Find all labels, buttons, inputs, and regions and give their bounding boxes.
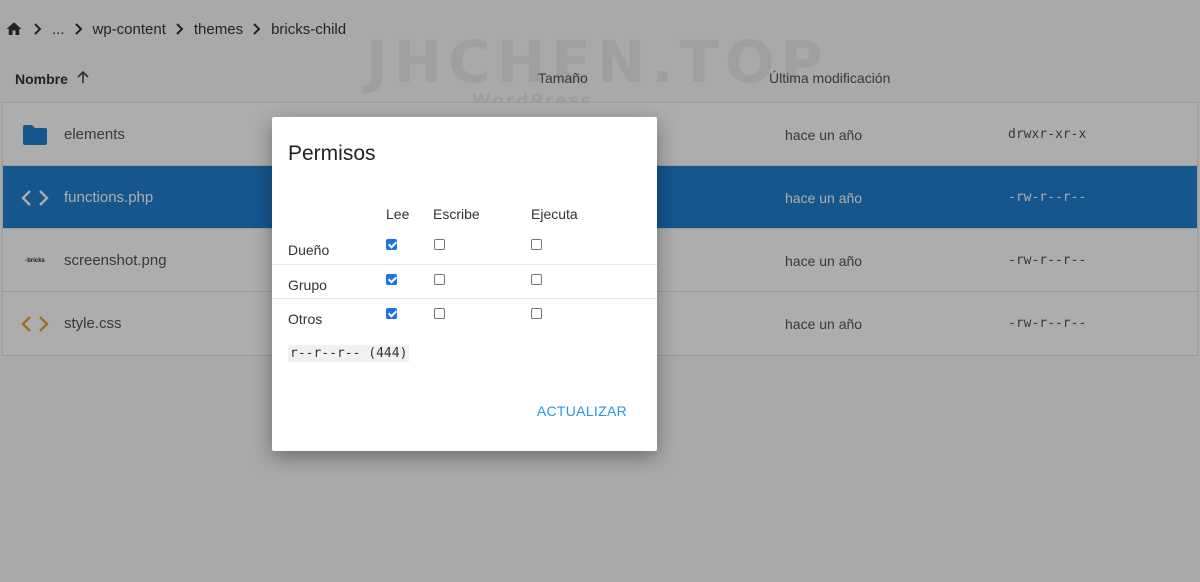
others-read-checkbox[interactable]	[386, 308, 397, 319]
owner-write-checkbox[interactable]	[434, 239, 445, 250]
permission-row-label: Otros	[288, 311, 323, 327]
others-write-checkbox[interactable]	[434, 308, 445, 319]
permission-row-label: Dueño	[288, 242, 330, 258]
group-execute-checkbox[interactable]	[531, 274, 542, 285]
permission-summary: r--r--r-- (444)	[288, 345, 410, 362]
permissions-dialog: Permisos Lee Escribe Ejecuta Dueño Grupo…	[272, 117, 657, 451]
others-execute-checkbox[interactable]	[531, 308, 542, 319]
owner-execute-checkbox[interactable]	[531, 239, 542, 250]
column-read-label: Lee	[386, 206, 410, 222]
group-read-checkbox[interactable]	[386, 274, 397, 285]
column-write-label: Escribe	[433, 206, 480, 222]
permission-row-owner: Dueño	[272, 230, 657, 264]
permission-row-others: Otros	[272, 298, 657, 332]
permission-row-label: Grupo	[288, 277, 327, 293]
update-button[interactable]: ACTUALIZAR	[537, 403, 627, 419]
owner-read-checkbox[interactable]	[386, 239, 397, 250]
permission-row-group: Grupo	[272, 264, 657, 298]
dialog-title: Permisos	[288, 142, 376, 165]
column-execute-label: Ejecuta	[531, 206, 578, 222]
group-write-checkbox[interactable]	[434, 274, 445, 285]
